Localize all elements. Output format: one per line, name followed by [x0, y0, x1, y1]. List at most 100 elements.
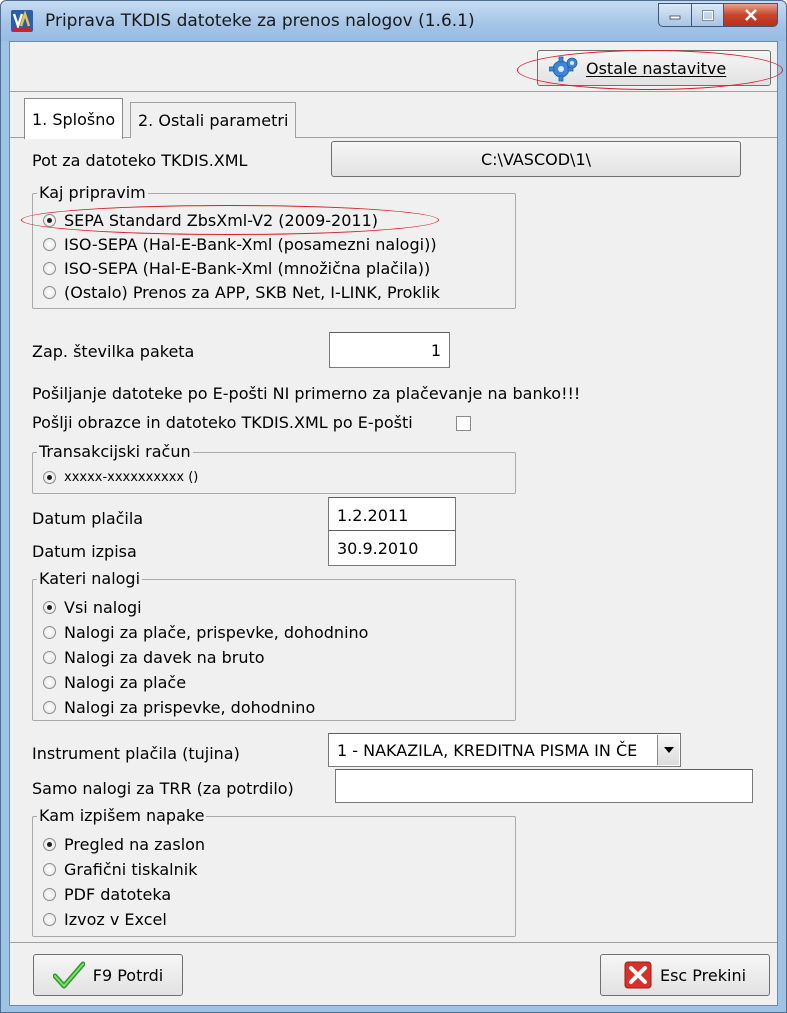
option-racun-label: xxxxx-xxxxxxxxxx () [64, 469, 199, 485]
radio-nalogi-prispevke[interactable] [43, 700, 56, 714]
option-sepa-standard-label: SEPA Standard ZbsXml-V2 (2009-2011) [64, 210, 378, 230]
tab-ostali-parametri[interactable]: 2. Ostali parametri [130, 102, 297, 138]
option-iso-sepa-posamezni-label: ISO-SEPA (Hal-E-Bank-Xml (posamezni nalo… [64, 234, 437, 254]
close-icon [744, 9, 757, 21]
racun-group: Transakcijski račun xxxxx-xxxxxxxxxx () [32, 442, 516, 494]
datum-izpisa-label: Datum izpisa [32, 542, 137, 561]
email-checkbox[interactable] [456, 416, 471, 431]
cancel-button[interactable]: Esc Prekini [600, 954, 770, 996]
option-racun[interactable]: xxxxx-xxxxxxxxxx () [43, 466, 198, 488]
app-window: Priprava TKDIS datoteke za prenos nalogo… [0, 0, 787, 1013]
toolbar: Ostale nastavitve [10, 42, 783, 92]
option-vsi-nalogi[interactable]: Vsi nalogi [43, 596, 142, 618]
title-bar[interactable]: Priprava TKDIS datoteke za prenos nalogo… [1, 1, 786, 41]
option-vsi-nalogi-label: Vsi nalogi [64, 597, 142, 617]
checkmark-icon [52, 961, 85, 989]
gear-icon [549, 56, 578, 82]
datum-placila-input[interactable]: 1.2.2011 [328, 497, 456, 533]
other-settings-label: Ostale nastavitve [586, 58, 727, 78]
radio-pregled-na-zaslon[interactable] [43, 837, 56, 851]
radio-pdf-datoteka[interactable] [43, 887, 56, 901]
maximize-button[interactable] [692, 3, 724, 27]
option-iso-sepa-posamezni[interactable]: ISO-SEPA (Hal-E-Bank-Xml (posamezni nalo… [43, 233, 437, 255]
kateri-nalogi-title: Kateri nalogi [37, 569, 143, 588]
option-ostalo-prenos-label: (Ostalo) Prenos za APP, SKB Net, I-LINK,… [64, 282, 440, 302]
datum-placila-label: Datum plačila [32, 509, 144, 528]
option-pregled-na-zaslon-label: Pregled na zaslon [64, 834, 206, 854]
tab-splosno[interactable]: 1. Splošno [24, 98, 124, 139]
instrument-label: Instrument plačila (tujina) [32, 744, 240, 763]
option-pdf-datoteka[interactable]: PDF datoteka [43, 883, 171, 905]
tab-splosno-label: 1. Splošno [32, 109, 116, 129]
footer-bar: F9 Potrdi Esc Prekini [10, 942, 777, 1005]
option-nalogi-davek-label: Nalogi za davek na bruto [64, 647, 265, 667]
radio-iso-sepa-mnozicna[interactable] [43, 261, 56, 275]
minimize-icon [669, 15, 681, 20]
option-nalogi-place-prispevke[interactable]: Nalogi za plače, prispevke, dohodnino [43, 621, 368, 643]
paket-input[interactable]: 1 [329, 332, 450, 368]
option-pregled-na-zaslon[interactable]: Pregled na zaslon [43, 833, 205, 855]
window-controls [658, 3, 778, 27]
option-nalogi-place-prispevke-label: Nalogi za plače, prispevke, dohodnino [64, 622, 369, 642]
maximize-icon [701, 9, 714, 21]
trr-label: Samo nalogi za TRR (za potrdilo) [32, 779, 294, 798]
option-graficni-tiskalnik-label: Grafični tiskalnik [64, 859, 198, 879]
radio-iso-sepa-posamezni[interactable] [43, 237, 56, 251]
app-icon [11, 10, 33, 32]
other-settings-button[interactable]: Ostale nastavitve [537, 50, 771, 86]
email-send-label: Pošlji obrazce in datoteko TKDIS.XML po … [32, 413, 413, 432]
option-pdf-datoteka-label: PDF datoteka [64, 884, 172, 904]
option-ostalo-prenos[interactable]: (Ostalo) Prenos za APP, SKB Net, I-LINK,… [43, 281, 440, 303]
datum-placila-value: 1.2.2011 [337, 505, 409, 525]
racun-title: Transakcijski račun [37, 442, 193, 461]
option-sepa-standard[interactable]: SEPA Standard ZbsXml-V2 (2009-2011) [43, 209, 378, 231]
radio-nalogi-place[interactable] [43, 675, 56, 689]
kaj-pripravim-group: Kaj pripravim SEPA Standard ZbsXml-V2 (2… [21, 183, 516, 309]
path-label: Pot za datoteko TKDIS.XML [32, 151, 248, 170]
cancel-x-icon [624, 961, 652, 989]
radio-izvoz-excel[interactable] [43, 912, 56, 926]
paket-value: 1 [430, 340, 441, 360]
radio-nalogi-place-prispevke[interactable] [43, 625, 56, 639]
path-button[interactable]: C:\VASCOD\1\ [331, 141, 741, 177]
dialog-client: Ostale nastavitve 1. Splošno 2. Ostali p… [9, 41, 783, 1006]
confirm-label: F9 Potrdi [92, 965, 164, 985]
radio-nalogi-davek[interactable] [43, 650, 56, 664]
option-nalogi-prispevke-label: Nalogi za prispevke, dohodnino [64, 697, 316, 717]
minimize-button[interactable] [658, 3, 692, 27]
datum-izpisa-input[interactable]: 30.9.2010 [328, 530, 456, 566]
chevron-down-icon [663, 747, 674, 753]
option-nalogi-place-label: Nalogi za plače [64, 672, 187, 692]
option-izvoz-excel[interactable]: Izvoz v Excel [43, 908, 167, 930]
radio-vsi-nalogi[interactable] [43, 600, 56, 614]
paket-label: Zap. številka paketa [32, 342, 195, 361]
cancel-label: Esc Prekini [659, 965, 747, 985]
option-nalogi-place[interactable]: Nalogi za plače [43, 671, 186, 693]
datum-izpisa-value: 30.9.2010 [337, 538, 419, 558]
radio-sepa-standard[interactable] [43, 213, 56, 227]
napake-title: Kam izpišem napake [37, 806, 207, 825]
kaj-pripravim-title: Kaj pripravim [37, 183, 148, 202]
radio-ostalo-prenos[interactable] [43, 285, 56, 299]
kateri-nalogi-group: Kateri nalogi Vsi nalogi Nalogi za plače… [32, 569, 516, 721]
radio-graficni-tiskalnik[interactable] [43, 862, 56, 876]
trr-input[interactable] [335, 769, 753, 803]
option-iso-sepa-mnozicna-label: ISO-SEPA (Hal-E-Bank-Xml (množična plači… [64, 258, 431, 278]
option-nalogi-davek[interactable]: Nalogi za davek na bruto [43, 646, 265, 668]
instrument-value: 1 - NAKAZILA, KREDITNA PISMA IN ČE [337, 740, 638, 760]
napake-group: Kam izpišem napake Pregled na zaslon Gra… [32, 806, 516, 937]
window-title: Priprava TKDIS datoteke za prenos nalogo… [45, 11, 475, 31]
tab-ostali-parametri-label: 2. Ostali parametri [138, 111, 289, 130]
radio-racun[interactable] [43, 470, 56, 484]
tab-strip: 1. Splošno 2. Ostali parametri [10, 92, 777, 139]
email-warning: Pošiljanje datoteke po E-pošti NI primer… [32, 384, 581, 403]
option-iso-sepa-mnozicna[interactable]: ISO-SEPA (Hal-E-Bank-Xml (množična plači… [43, 257, 430, 279]
close-button[interactable] [724, 3, 778, 27]
option-graficni-tiskalnik[interactable]: Grafični tiskalnik [43, 858, 197, 880]
instrument-dropdown-button[interactable] [657, 735, 679, 765]
option-nalogi-prispevke[interactable]: Nalogi za prispevke, dohodnino [43, 696, 315, 718]
confirm-button[interactable]: F9 Potrdi [33, 954, 183, 996]
option-izvoz-excel-label: Izvoz v Excel [64, 909, 167, 929]
path-value: C:\VASCOD\1\ [480, 149, 592, 169]
instrument-select[interactable]: 1 - NAKAZILA, KREDITNA PISMA IN ČE [328, 733, 681, 767]
